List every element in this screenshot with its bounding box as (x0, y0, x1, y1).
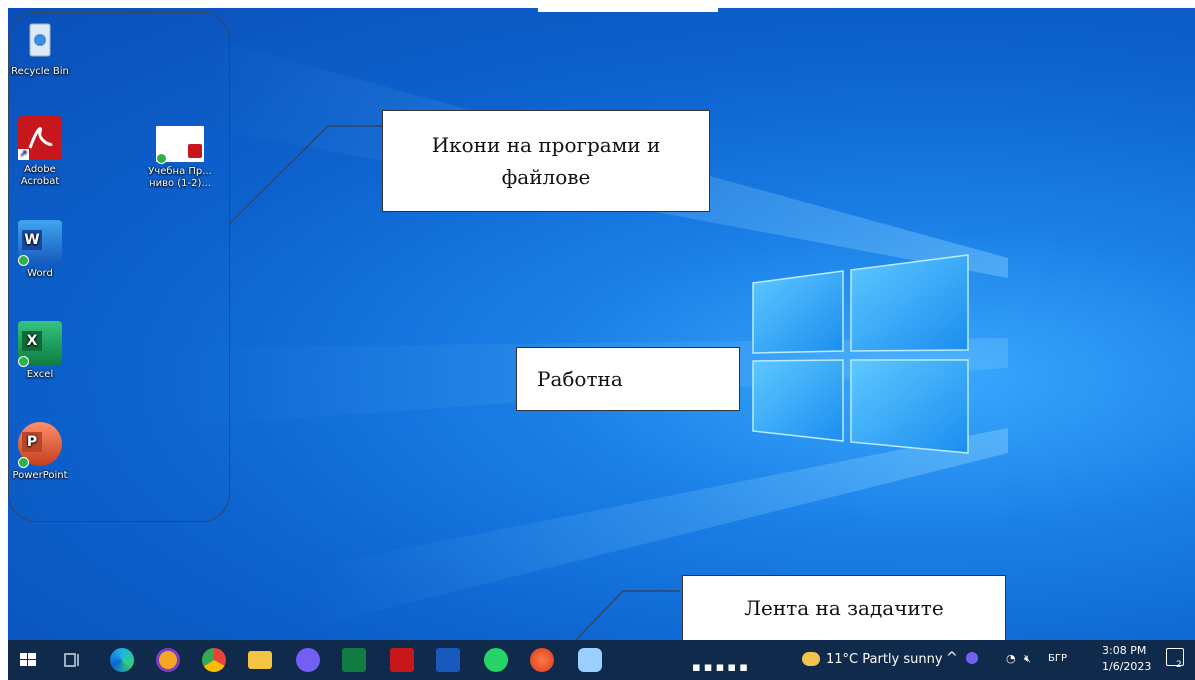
notification-count: 2 (1176, 660, 1182, 670)
word-taskbar-icon[interactable] (436, 648, 460, 672)
clock-date[interactable]: 1/6/2023 (1102, 660, 1151, 673)
callout-icons-text: Икони на програми и файлове (431, 133, 661, 189)
clock-time[interactable]: 3:08 PM (1102, 644, 1146, 657)
task-view-icon[interactable] (60, 648, 84, 672)
browser-shield-icon[interactable] (156, 648, 180, 672)
chrome-icon[interactable] (202, 648, 226, 672)
weather-text[interactable]: 11°C Partly sunny (826, 652, 943, 667)
viber-icon[interactable] (296, 648, 320, 672)
callout-desktop-text: Работна (537, 367, 623, 391)
snipping-tool-icon[interactable] (578, 648, 602, 672)
network-icon[interactable]: ◔ (1006, 652, 1016, 665)
file-explorer-icon[interactable] (248, 651, 272, 669)
start-windows-icon[interactable] (16, 648, 40, 672)
excel-taskbar-icon[interactable] (342, 648, 366, 672)
callout-desktop: Работна (516, 347, 740, 411)
acrobat-taskbar-icon[interactable] (390, 648, 414, 672)
viber-tray-icon[interactable] (966, 652, 978, 664)
weather-cloud-icon[interactable] (802, 652, 820, 666)
tray-app-icons[interactable]: ▪▪▪▪▪ (692, 660, 751, 675)
callout-connector-lines (229, 125, 680, 672)
paint-app-icon[interactable] (530, 648, 554, 672)
speaker-muted-icon[interactable]: 🔇︎ (1024, 652, 1031, 666)
callout-icons: Икони на програми и файлове (382, 110, 710, 212)
chevron-up-icon[interactable]: ^ (946, 650, 958, 666)
whatsapp-icon[interactable] (484, 648, 508, 672)
taskbar: ▪▪▪▪▪ 11°C Partly sunny ^ ◔ 🔇︎ БГР 3:08 … (8, 640, 1195, 680)
edge-icon[interactable] (110, 648, 134, 672)
language-indicator[interactable]: БГР (1048, 653, 1067, 664)
desktop[interactable]: Recycle Bin ↗ Adobe Acrobat Учебна Пр...… (8, 8, 1195, 680)
callout-taskbar-text: Лента на задачите (744, 596, 944, 620)
